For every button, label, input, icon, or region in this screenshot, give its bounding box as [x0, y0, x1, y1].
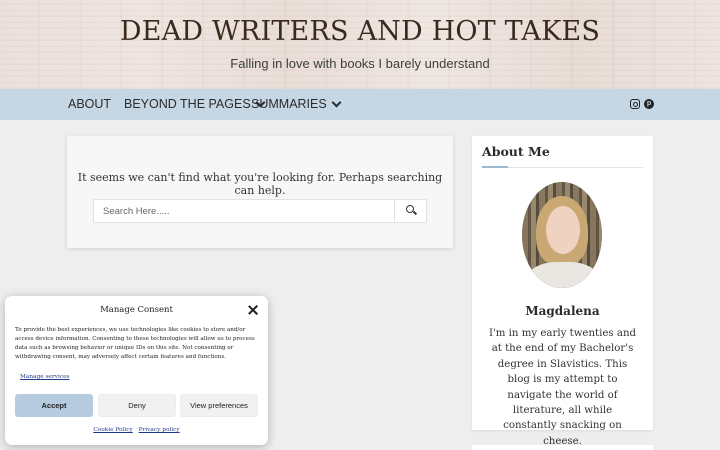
consent-title: Manage Consent	[100, 305, 173, 315]
nav-item-summaries[interactable]: SUMMARIES	[251, 97, 342, 111]
privacy-policy-link[interactable]: Privacy policy	[139, 427, 180, 433]
author-photo	[522, 182, 602, 288]
about-me-widget: About Me Magdalena I'm in my early twent…	[472, 136, 653, 447]
nav-item-about[interactable]: ABOUT	[68, 97, 111, 111]
cookie-policy-link[interactable]: Cookie Policy	[93, 427, 132, 433]
author-name: Magdalena	[525, 304, 600, 318]
site-title[interactable]: DEAD WRITERS AND HOT TAKES	[0, 16, 720, 47]
deny-button[interactable]: Deny	[98, 394, 176, 417]
search-form	[93, 199, 427, 223]
search-button[interactable]	[394, 200, 426, 222]
consent-dialog: Manage Consent To provide the best exper…	[5, 296, 268, 445]
site-tagline: Falling in love with books I barely unde…	[230, 56, 490, 71]
author-bio: I'm in my early twenties and at the end …	[488, 328, 637, 447]
consent-body: To provide the best experiences, we use …	[15, 327, 255, 361]
title-underline	[482, 166, 508, 168]
pinterest-icon[interactable]: p	[644, 99, 654, 109]
search-input[interactable]	[94, 200, 396, 222]
main-navigation: ABOUT BEYOND THE PAGES SUMMARIES p	[0, 89, 720, 120]
sidebar-widget-next	[472, 445, 653, 450]
view-preferences-button[interactable]: View preferences	[180, 394, 258, 417]
nav-item-label: ABOUT	[68, 97, 112, 111]
not-found-message: It seems we can't find what you're looki…	[77, 171, 443, 197]
widget-title: About Me	[482, 144, 550, 159]
nav-item-label: SUMMARIES	[251, 97, 327, 111]
instagram-icon[interactable]	[630, 99, 640, 109]
not-found-card: It seems we can't find what you're looki…	[67, 136, 453, 248]
accept-button[interactable]: Accept	[15, 394, 93, 417]
nav-item-beyond-the-pages[interactable]: BEYOND THE PAGES	[124, 97, 266, 111]
nav-item-label: BEYOND THE PAGES	[124, 97, 251, 111]
manage-services-link[interactable]: Manage services	[20, 374, 70, 380]
policy-links: Cookie Policy Privacy policy	[5, 427, 268, 433]
chevron-down-icon	[331, 97, 342, 107]
close-icon[interactable]	[248, 305, 258, 315]
header-banner: DEAD WRITERS AND HOT TAKES Falling in lo…	[0, 0, 720, 89]
